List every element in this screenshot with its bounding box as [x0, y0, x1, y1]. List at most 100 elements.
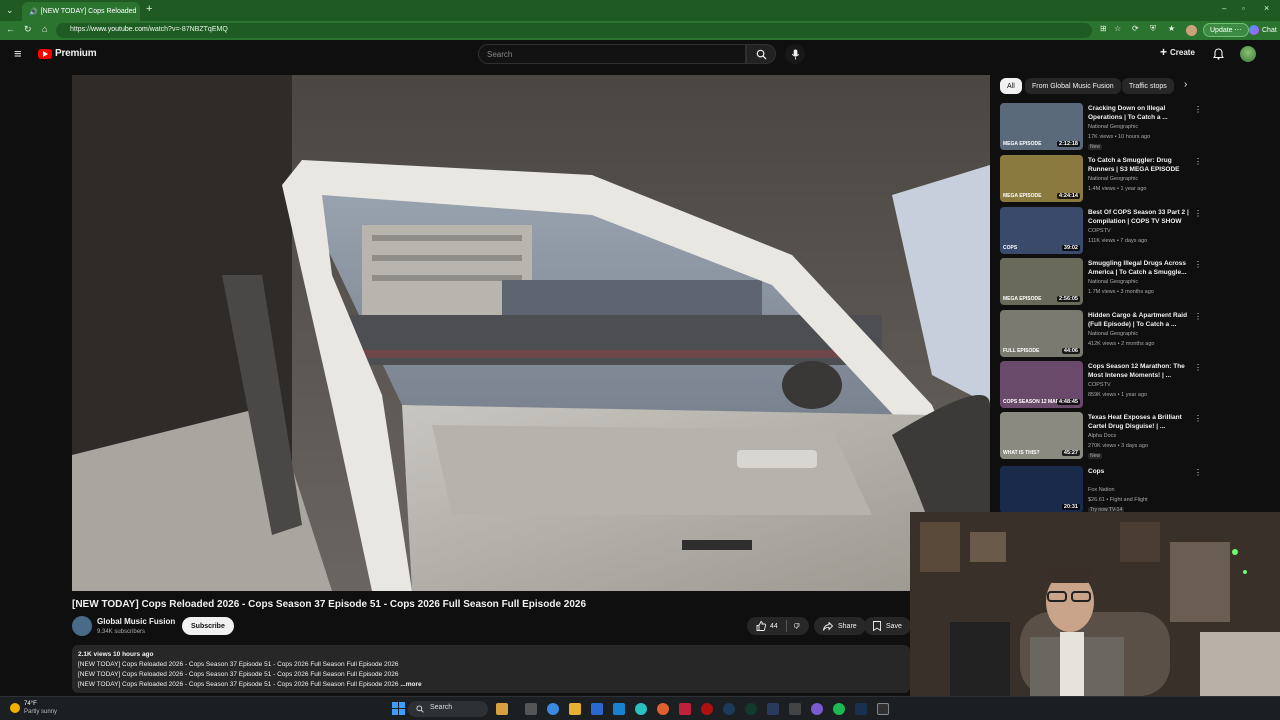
thumbs-down-icon[interactable]: [794, 621, 800, 631]
taskbar-search[interactable]: Search: [408, 701, 488, 717]
recommendation-thumbnail[interactable]: MEGA EPISODE 4:24:14: [1000, 155, 1083, 202]
recommendation-title[interactable]: Hidden Cargo & Apartment Raid (Full Epis…: [1088, 311, 1192, 329]
save-button[interactable]: Save: [864, 617, 911, 635]
account-avatar[interactable]: [1240, 46, 1256, 62]
more-actions-icon[interactable]: ⋮: [1194, 209, 1202, 218]
recommendation-channel[interactable]: COPSTV: [1088, 228, 1111, 234]
channel-avatar[interactable]: [72, 616, 92, 636]
recommendation-title[interactable]: Cracking Down on Illegal Operations | To…: [1088, 104, 1192, 122]
minimize-icon[interactable]: –: [1222, 4, 1226, 13]
windows-start-icon[interactable]: [392, 702, 405, 715]
recommendation-thumbnail[interactable]: FULL EPISODE 44:06: [1000, 310, 1083, 357]
chevron-right-icon[interactable]: ›: [1184, 79, 1187, 90]
store-icon[interactable]: [591, 703, 603, 715]
recommendation-channel[interactable]: National Geographic: [1088, 279, 1138, 285]
firefox-icon[interactable]: [657, 703, 669, 715]
recommendation-thumbnail[interactable]: WHAT IS THIS? 45:27: [1000, 412, 1083, 459]
bookmark-star-icon[interactable]: ☆: [1114, 24, 1121, 33]
recommendation-channel[interactable]: National Geographic: [1088, 331, 1138, 337]
app-icon-green[interactable]: [745, 703, 757, 715]
app-icon-navy[interactable]: [723, 703, 735, 715]
recommendation-card[interactable]: FULL EPISODE 44:06 Hidden Cargo & Apartmen…: [1000, 310, 1202, 358]
recommendation-channel[interactable]: National Geographic: [1088, 124, 1138, 130]
reload-icon[interactable]: ↻: [24, 24, 32, 35]
like-button[interactable]: 44: [756, 621, 778, 631]
recommendation-title[interactable]: To Catch a Smuggler: Drug Runners | S3 M…: [1088, 156, 1192, 174]
maximize-icon[interactable]: ▫: [1242, 4, 1245, 13]
sync-icon[interactable]: ⟳: [1132, 24, 1139, 33]
weather-widget[interactable]: 74°F Partly sunny: [10, 700, 57, 716]
tab-list-icon[interactable]: ⌄: [6, 5, 14, 16]
recommendation-title[interactable]: Texas Heat Exposes a Brilliant Cartel Dr…: [1088, 413, 1192, 431]
app-icon-red[interactable]: [679, 703, 691, 715]
recommendation-card[interactable]: MEGA EPISODE 4:24:14 To Catch a Smuggler: …: [1000, 155, 1202, 203]
browser-tab[interactable]: 🔊 [NEW TODAY] Cops Reloaded ×: [22, 2, 140, 21]
spotify-icon[interactable]: [833, 703, 845, 715]
chip-all[interactable]: All: [1000, 78, 1022, 94]
file-explorer-icon[interactable]: [569, 703, 581, 715]
recommendation-title[interactable]: Best Of COPS Season 33 Part 2 | Compilat…: [1088, 208, 1192, 226]
recommendation-title[interactable]: Cops: [1088, 467, 1192, 476]
create-button[interactable]: + Create: [1160, 46, 1195, 58]
recommendation-channel[interactable]: Fox Nation: [1088, 487, 1115, 493]
recommendation-thumbnail[interactable]: MEGA EPISODE 2:56:05: [1000, 258, 1083, 305]
hamburger-menu-icon[interactable]: ≡: [14, 46, 22, 61]
more-actions-icon[interactable]: ⋮: [1194, 414, 1202, 423]
recommendation-thumbnail[interactable]: COPS 39:02: [1000, 207, 1083, 254]
profile-avatar[interactable]: [1186, 25, 1197, 36]
voice-search-button[interactable]: [785, 44, 805, 64]
chip-from-channel[interactable]: From Global Music Fusion: [1025, 78, 1121, 94]
recommendation-card[interactable]: COPS 39:02 Best Of COPS Season 33 Part 2 |…: [1000, 207, 1202, 255]
outlook-icon[interactable]: [613, 703, 625, 715]
update-button[interactable]: Update ⋯: [1203, 23, 1249, 37]
more-actions-icon[interactable]: ⋮: [1194, 260, 1202, 269]
channel-name[interactable]: Global Music Fusion: [97, 617, 175, 626]
recommendation-title[interactable]: Cops Season 12 Marathon: The Most Intens…: [1088, 362, 1192, 380]
favorites-icon[interactable]: ★: [1168, 24, 1175, 33]
taskbar-app-icon[interactable]: [496, 703, 508, 715]
obs-icon[interactable]: [877, 703, 889, 715]
steam-icon[interactable]: [855, 703, 867, 715]
more-actions-icon[interactable]: ⋮: [1194, 105, 1202, 114]
recommendation-thumbnail[interactable]: MEGA EPISODE 2:12:18: [1000, 103, 1083, 150]
recommendation-channel[interactable]: Alpha Docs: [1088, 433, 1116, 439]
recommendation-title[interactable]: Smuggling Illegal Drugs Across America |…: [1088, 259, 1192, 277]
recommendation-channel[interactable]: COPSTV: [1088, 382, 1111, 388]
recommendation-card[interactable]: WHAT IS THIS? 45:27 Texas Heat Exposes a B…: [1000, 412, 1202, 460]
description-box[interactable]: 2.1K views 10 hours ago [NEW TODAY] Cops…: [72, 645, 910, 693]
extensions-icon[interactable]: ⊞: [1100, 24, 1107, 33]
task-view-icon[interactable]: [525, 703, 537, 715]
more-actions-icon[interactable]: ⋮: [1194, 363, 1202, 372]
app-icon-purple[interactable]: [811, 703, 823, 715]
shield-icon[interactable]: ⛨: [1150, 24, 1156, 34]
edge-icon[interactable]: [635, 703, 647, 715]
audio-playing-icon[interactable]: 🔊: [29, 8, 38, 16]
youtube-logo[interactable]: Premium: [38, 48, 97, 59]
recommendation-channel[interactable]: National Geographic: [1088, 176, 1138, 182]
recommendation-card[interactable]: COPS SEASON 12 MARAT 4:48:45 Cops Season 1…: [1000, 361, 1202, 409]
url-field[interactable]: https://www.youtube.com/watch?v=-87NBZTq…: [56, 23, 1092, 38]
search-input[interactable]: Search: [478, 44, 746, 64]
search-button[interactable]: [746, 44, 776, 64]
copilot-icon[interactable]: [547, 703, 559, 715]
copilot-chat-button[interactable]: Chat: [1243, 23, 1280, 37]
terminal-icon[interactable]: [789, 703, 801, 715]
more-actions-icon[interactable]: ⋮: [1194, 468, 1202, 477]
recommendation-card[interactable]: 20:31 Cops Fox Nation $26.61 • Fight and Fl…: [1000, 466, 1202, 514]
more-link[interactable]: ...more: [400, 681, 421, 688]
app-icon-slate[interactable]: [767, 703, 779, 715]
notifications-bell-icon[interactable]: [1213, 48, 1224, 60]
subscribe-button[interactable]: Subscribe: [182, 617, 234, 635]
chip-traffic-stops[interactable]: Traffic stops: [1122, 78, 1174, 94]
recommendation-thumbnail[interactable]: COPS SEASON 12 MARAT 4:48:45: [1000, 361, 1083, 408]
video-player[interactable]: [72, 75, 990, 591]
new-tab-icon[interactable]: +: [146, 3, 152, 15]
app-icon-darkred[interactable]: [701, 703, 713, 715]
recommendation-card[interactable]: MEGA EPISODE 2:12:18 Cracking Down on Ille…: [1000, 103, 1202, 151]
window-close-icon[interactable]: ×: [1264, 3, 1269, 13]
share-button[interactable]: Share: [814, 617, 866, 635]
back-icon[interactable]: ←: [6, 24, 15, 34]
home-icon[interactable]: ⌂: [42, 24, 47, 34]
recommendation-card[interactable]: MEGA EPISODE 2:56:05 Smuggling Illegal Dru…: [1000, 258, 1202, 306]
more-actions-icon[interactable]: ⋮: [1194, 157, 1202, 166]
